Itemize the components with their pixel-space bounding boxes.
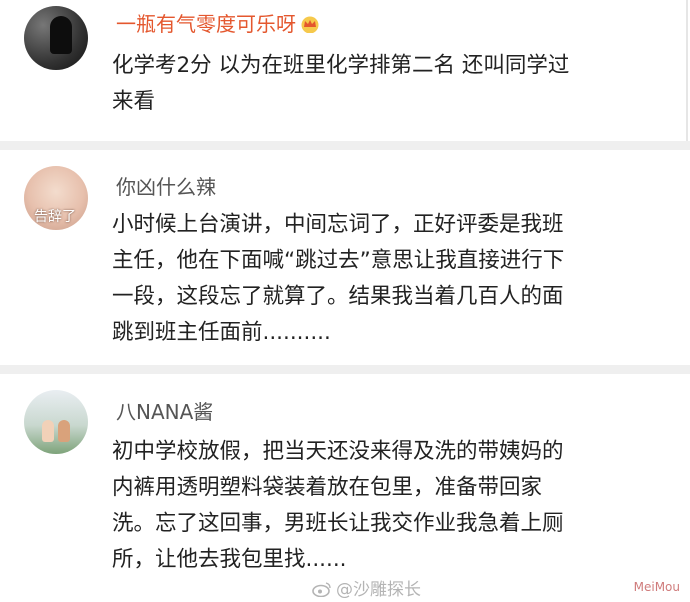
comment-username[interactable]: 你凶什么辣 <box>116 171 216 200</box>
scroll-edge <box>686 0 688 150</box>
watermark: @沙雕探长 <box>312 575 421 600</box>
comment-text: 化学考2分 以为在班里化学排第二名 还叫同学过 来看 <box>112 48 664 120</box>
comment-line: 跳到班主任面前.......... <box>112 320 331 345</box>
avatar-sticker-text: 告辞了 <box>34 209 76 225</box>
corner-watermark: MeiMou <box>633 580 680 594</box>
comment-line: 化学考2分 以为在班里化学排第二名 还叫同学过 <box>112 53 570 78</box>
watermark-text: @沙雕探长 <box>336 580 421 600</box>
comment-1: 一瓶有气零度可乐呀 化学考2分 以为在班里化学排第二名 还叫同学过 来看 <box>0 0 690 150</box>
comment-line: 小时候上台演讲，中间忘词了，正好评委是我班 <box>112 212 564 237</box>
avatar[interactable] <box>24 390 88 454</box>
avatar-figure <box>42 420 54 442</box>
comment-line: 所，让他去我包里找...... <box>112 547 347 572</box>
divider <box>0 141 690 150</box>
comment-line: 主任，他在下面喊“跳过去”意思让我直接进行下 <box>112 248 565 273</box>
avatar[interactable] <box>24 6 88 70</box>
username-text: 一瓶有气零度可乐呀 <box>116 12 296 36</box>
comment-username[interactable]: 八NANA酱 <box>116 396 213 425</box>
comment-line: 一段，这段忘了就算了。结果我当着几百人的面 <box>112 284 564 309</box>
avatar-silhouette <box>50 16 72 54</box>
avatar[interactable]: 告辞了 <box>24 166 88 230</box>
comment-line: 来看 <box>112 89 156 114</box>
comment-text: 初中学校放假，把当天还没来得及洗的带姨妈的 内裤用透明塑料袋装着放在包里，准备带回… <box>112 434 664 578</box>
comment-2: 告辞了 你凶什么辣 小时候上台演讲，中间忘词了，正好评委是我班 主任，他在下面喊“… <box>0 150 690 372</box>
comment-3: 八NANA酱 初中学校放假，把当天还没来得及洗的带姨妈的 内裤用透明塑料袋装着放在… <box>0 372 690 602</box>
weibo-icon <box>312 582 331 597</box>
comment-line: 内裤用透明塑料袋装着放在包里，准备带回家 <box>112 475 543 500</box>
avatar-figure <box>58 420 70 442</box>
comment-username[interactable]: 一瓶有气零度可乐呀 <box>116 8 320 37</box>
crown-icon <box>301 16 319 33</box>
comment-text: 小时候上台演讲，中间忘词了，正好评委是我班 主任，他在下面喊“跳过去”意思让我直接… <box>112 207 664 351</box>
comment-line: 初中学校放假，把当天还没来得及洗的带姨妈的 <box>112 439 564 464</box>
comment-line: 洗。忘了这回事，男班长让我交作业我急着上厕 <box>112 511 564 536</box>
